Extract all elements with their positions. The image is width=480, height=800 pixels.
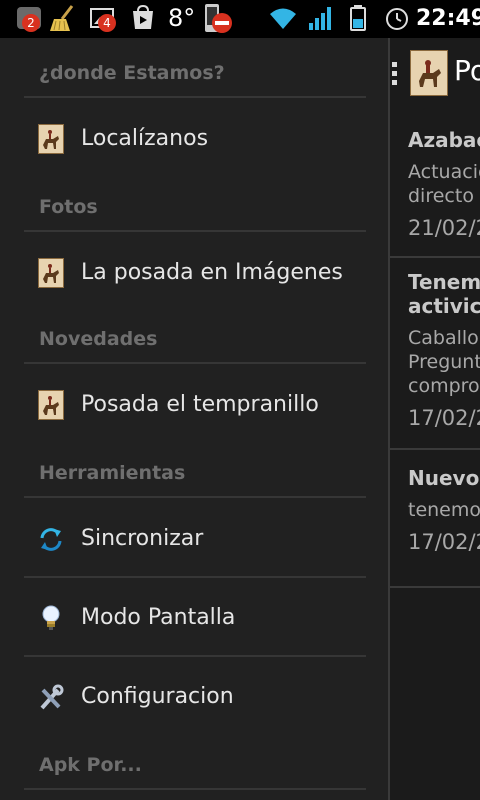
overflow-menu-icon[interactable] [392, 62, 397, 89]
clock-time: 22:49 [416, 6, 480, 31]
play-store-icon [128, 3, 158, 33]
nav-item-label: Posada el tempranillo [81, 392, 319, 417]
feed-body-line: directo [408, 185, 474, 207]
feed-body-line: tenemo [408, 499, 480, 521]
section-header-fotos: Fotos [24, 172, 366, 232]
lightbulb-icon [38, 603, 64, 633]
page-title: Po [454, 54, 480, 87]
section-header-novedades: Novedades [24, 304, 366, 364]
alarm-clock-icon [382, 3, 412, 33]
section-header-label: Fotos [39, 196, 98, 218]
sync-icon [38, 524, 64, 554]
feed-title: Azabac [408, 128, 480, 152]
nav-item-label: Sincronizar [81, 526, 204, 551]
feed-date: 17/02/2 [408, 406, 480, 430]
feed-item[interactable]: Azabac Actuacio directo 21/02/2 [390, 124, 480, 258]
feed-date: 17/02/2 [408, 530, 480, 554]
nav-item-configuracion[interactable]: Configuracion [24, 658, 366, 736]
horse-logo-icon [38, 258, 64, 288]
feed-body-line: Pregunt [408, 351, 480, 373]
status-bar: 2 4 8° 22:49 [0, 0, 480, 38]
section-header-label: Novedades [39, 328, 158, 350]
main-content: Po Azabac Actuacio directo 21/02/2 Tenem… [388, 38, 480, 800]
section-header-label: Apk Por... [39, 754, 142, 776]
broom-icon [48, 3, 78, 33]
nav-item-posada-el-tempranillo[interactable]: Posada el tempranillo [24, 366, 366, 444]
nav-item-label: La posada en Imágenes [81, 260, 343, 285]
feed-title: Nuevo [408, 466, 480, 490]
feed-body-line: Caballo, [408, 327, 480, 349]
notification-count-badge: 2 [22, 14, 40, 32]
feed-title: activic [408, 294, 480, 318]
nav-item-sincronizar[interactable]: Sincronizar [24, 500, 366, 578]
gallery-count-badge: 4 [98, 14, 116, 32]
section-header-apk-por: Apk Por... [24, 730, 366, 790]
nav-item-label: Localízanos [81, 126, 209, 151]
nav-item-label: Modo Pantalla [81, 605, 236, 630]
section-header-herramientas: Herramientas [24, 438, 366, 498]
nav-item-modo-pantalla[interactable]: Modo Pantalla [24, 579, 366, 657]
wrench-icon [38, 682, 64, 712]
temperature-text: 8° [168, 4, 196, 32]
phone-blocked-icon [200, 3, 232, 33]
horse-logo-icon [38, 390, 64, 420]
section-header-donde-estamos: ¿donde Estamos? [24, 38, 366, 98]
feed-item[interactable]: Tenem activic Caballo, Pregunt compro 17… [390, 256, 480, 450]
nav-item-la-posada-en-imagenes[interactable]: La posada en Imágenes [24, 234, 366, 312]
feed-body-line: compro [408, 375, 480, 397]
feed-title: Tenem [408, 270, 480, 294]
horse-logo-icon [38, 124, 64, 154]
battery-icon [344, 3, 374, 33]
nav-item-label: Configuracion [81, 684, 234, 709]
signal-strength-icon [306, 3, 336, 33]
feed-item[interactable]: Nuevo tenemo 17/02/2 [390, 448, 480, 588]
wifi-icon [268, 3, 298, 33]
feed-date: 21/02/2 [408, 216, 480, 240]
section-header-label: ¿donde Estamos? [39, 62, 225, 84]
navigation-drawer: ¿donde Estamos? Localízanos Fotos La pos… [0, 38, 388, 800]
section-header-label: Herramientas [39, 462, 186, 484]
app-logo-horse-icon[interactable] [410, 50, 448, 96]
feed-body-line: Actuacio [408, 161, 480, 183]
nav-item-localizanos[interactable]: Localízanos [24, 100, 366, 178]
